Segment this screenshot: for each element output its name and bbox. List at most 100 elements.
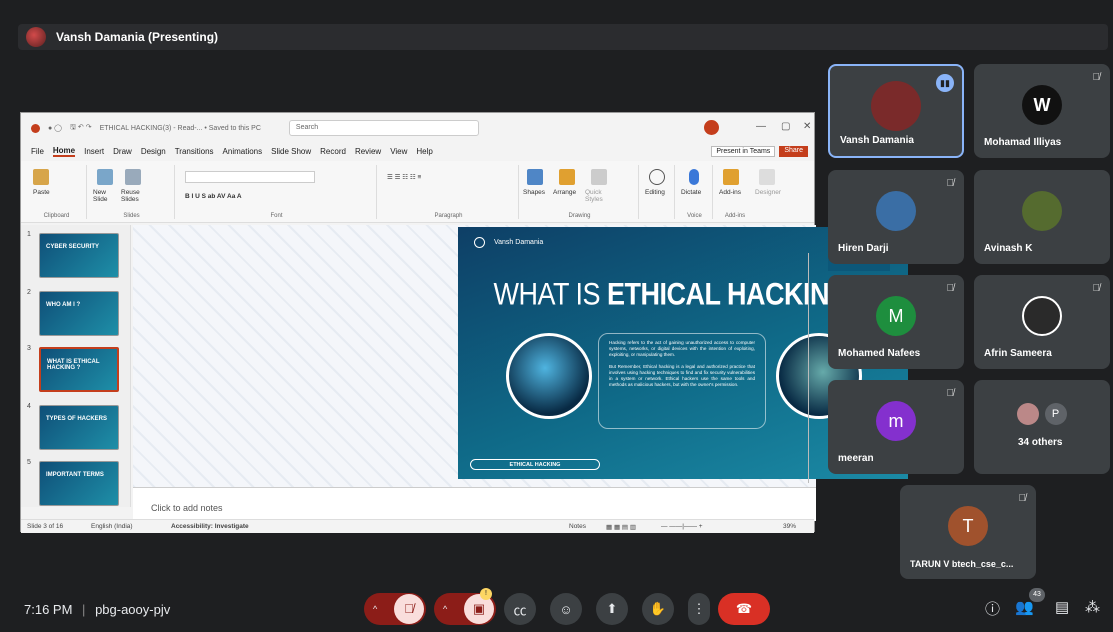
- others-tile[interactable]: P 34 others: [974, 380, 1110, 474]
- leave-call-button[interactable]: ☎: [718, 593, 770, 625]
- microphone-icon[interactable]: [689, 169, 699, 185]
- participant-tile[interactable]: 🎙̸ T TARUN V btech_cse_c...: [900, 485, 1036, 579]
- thumb-title: WHAT IS ETHICAL HACKING ?: [47, 359, 100, 371]
- people-icon[interactable]: 👥: [1015, 598, 1034, 616]
- avatar: [1022, 191, 1062, 232]
- slide-thumbnail-1[interactable]: CYBER SECURITY: [39, 233, 119, 278]
- menu-view[interactable]: View: [390, 147, 407, 156]
- camera-options-chevron-icon[interactable]: ^: [443, 604, 447, 614]
- slide-thumbnail-5[interactable]: IMPORTANT TERMS: [39, 461, 119, 506]
- mic-off-icon: 🎙̸: [946, 388, 955, 399]
- present-button[interactable]: ⬆: [596, 593, 628, 625]
- emoji-button[interactable]: ☺: [550, 593, 582, 625]
- designer-icon[interactable]: [759, 169, 775, 185]
- paragraph-caption: Paragraph: [434, 213, 463, 219]
- mic-off-button[interactable]: 🎙̸: [394, 594, 424, 624]
- arrange-icon[interactable]: [559, 169, 575, 185]
- language-status[interactable]: English (India): [91, 523, 133, 530]
- search-icon[interactable]: [649, 169, 665, 185]
- slide-thumbnail-4[interactable]: TYPES OF HACKERS: [39, 405, 119, 450]
- thumb-number: 5: [27, 459, 31, 466]
- vertical-scrollbar[interactable]: [808, 253, 814, 483]
- quick-styles-label: Quick Styles: [585, 189, 603, 203]
- search-box[interactable]: Search: [288, 120, 479, 136]
- font-name-select[interactable]: [185, 171, 315, 183]
- zoom-level[interactable]: 39%: [783, 523, 796, 530]
- camera-warning-badge: !: [480, 588, 492, 600]
- menu-animations[interactable]: Animations: [223, 147, 263, 156]
- paragraph-icons[interactable]: ☰ ☰ ☷ ☷ ≡: [387, 173, 421, 181]
- share-button[interactable]: Share: [779, 145, 808, 157]
- participant-tile[interactable]: 🎙̸ Hiren Darji: [828, 170, 964, 264]
- reuse-slides-icon[interactable]: [125, 169, 141, 185]
- chat-icon[interactable]: ▤: [1055, 598, 1069, 616]
- participant-tile[interactable]: Avinash K: [974, 170, 1110, 264]
- menu-record[interactable]: Record: [320, 147, 346, 156]
- mic-control: ^ 🎙̸: [364, 593, 426, 625]
- slides-group: New Slide Reuse Slides Slides: [89, 165, 175, 219]
- horizontal-scrollbar[interactable]: [151, 487, 811, 493]
- editing-group: Editing: [641, 165, 675, 219]
- raise-hand-button[interactable]: ✋: [642, 593, 674, 625]
- more-options-button[interactable]: ⋮: [688, 593, 710, 625]
- minimize-icon[interactable]: —: [756, 121, 766, 132]
- notes-button[interactable]: Notes: [569, 523, 586, 530]
- captions-icon: ㏄: [513, 602, 527, 618]
- hand-icon: ✋: [649, 601, 667, 616]
- zoom-slider[interactable]: — ——|—— +: [661, 523, 703, 530]
- present-in-teams-button[interactable]: Present in Teams: [711, 145, 776, 157]
- new-slide-icon[interactable]: [97, 169, 113, 185]
- participant-tile[interactable]: 🎙̸ M Mohamed Nafees: [828, 275, 964, 369]
- others-count: 34 others: [1018, 437, 1063, 448]
- accessibility-status[interactable]: Accessibility: Investigate: [171, 523, 249, 530]
- menu-review[interactable]: Review: [355, 147, 381, 156]
- menu-design[interactable]: Design: [141, 147, 166, 156]
- participant-name: TARUN V btech_cse_c...: [910, 559, 1014, 569]
- view-icons[interactable]: ▦ ▦ ▤ ▥: [606, 523, 636, 531]
- font-format-icons[interactable]: B I U S ab AV Aa A: [185, 193, 242, 200]
- thumb-number: 2: [27, 289, 31, 296]
- user-avatar[interactable]: [704, 120, 719, 135]
- menu-transitions[interactable]: Transitions: [175, 147, 214, 156]
- menu-draw[interactable]: Draw: [113, 147, 132, 156]
- thumb-number: 3: [27, 345, 31, 352]
- menu-help[interactable]: Help: [416, 147, 432, 156]
- participant-name: Hiren Darji: [838, 243, 889, 254]
- slide-paragraph-2: But Remember, Ethical hacking is a legal…: [609, 363, 755, 388]
- more-vert-icon: ⋮: [692, 601, 706, 616]
- file-title: ETHICAL HACKING(3) - Read-... • Saved to…: [99, 124, 261, 132]
- slide-thumbnail-2[interactable]: WHO AM I ?: [39, 291, 119, 336]
- separator: |: [82, 602, 86, 617]
- quick-access-icons[interactable]: 🖫 ↶ ↷: [70, 123, 92, 134]
- mic-options-chevron-icon[interactable]: ^: [373, 604, 377, 614]
- restore-icon[interactable]: ▢: [781, 121, 790, 132]
- captions-button[interactable]: ㏄: [504, 593, 536, 625]
- menu-slide-show[interactable]: Slide Show: [271, 147, 311, 156]
- slide-paragraph-1: Hacking refers to the act of gaining una…: [609, 340, 755, 358]
- autosave-toggle[interactable]: ● ◯: [48, 124, 62, 132]
- menu-insert[interactable]: Insert: [84, 147, 104, 156]
- close-icon[interactable]: ✕: [803, 121, 811, 132]
- meeting-details-icon[interactable]: ⓘ: [985, 598, 1000, 619]
- slide-heading-light: WHAT IS: [493, 276, 607, 312]
- mic-off-icon: 🎙̸: [1092, 283, 1101, 294]
- participant-tile[interactable]: ▮▮ Vansh Damania: [828, 64, 964, 158]
- present-icon: ⬆: [606, 601, 618, 616]
- participant-tile[interactable]: 🎙̸ W Mohamad Illiyas: [974, 64, 1110, 158]
- menu-file[interactable]: File: [31, 147, 44, 156]
- emoji-icon: ☺: [559, 601, 573, 617]
- quick-styles-icon[interactable]: [591, 169, 607, 185]
- shapes-icon[interactable]: [527, 169, 543, 185]
- slide-presenter-name: Vansh Damania: [494, 239, 544, 246]
- activities-icon[interactable]: ⁂: [1085, 598, 1100, 616]
- add-ins-icon[interactable]: [723, 169, 739, 185]
- participant-tile[interactable]: 🎙̸ Afrin Sameera: [974, 275, 1110, 369]
- participant-tile[interactable]: 🎙̸ m meeran: [828, 380, 964, 474]
- paste-icon[interactable]: [33, 169, 49, 185]
- menu-home[interactable]: Home: [52, 146, 76, 157]
- slide-thumbnail-3[interactable]: WHAT IS ETHICAL HACKING ?: [39, 347, 119, 392]
- dictate-label: Dictate: [681, 189, 702, 196]
- thumb-title: IMPORTANT TERMS: [46, 472, 104, 478]
- presenter-label: Vansh Damania (Presenting): [56, 30, 219, 44]
- presenter-bar: Vansh Damania (Presenting): [18, 24, 1108, 50]
